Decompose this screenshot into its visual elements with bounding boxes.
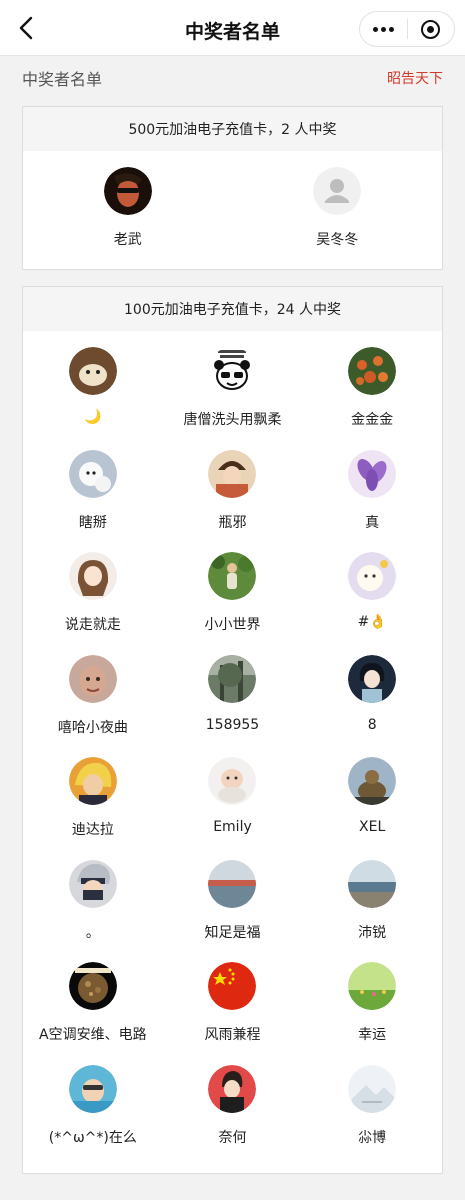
avatar xyxy=(348,859,397,908)
winner-item: 迪达拉 xyxy=(23,757,163,860)
winner-name: 说走就走 xyxy=(64,617,121,633)
avatar xyxy=(348,757,397,805)
winner-name: 尛博 xyxy=(358,1129,387,1146)
winner-name: 瞎掰 xyxy=(78,514,107,531)
winner-name: 知足是福 xyxy=(204,924,261,941)
winner-item: 8 xyxy=(302,654,442,758)
winner-item: XEL xyxy=(302,757,442,860)
avatar xyxy=(68,654,117,703)
winner-item: A空调安维、电路 xyxy=(23,962,163,1065)
winner-item: 金金金 xyxy=(302,347,442,450)
avatar xyxy=(208,1064,257,1113)
announce-button[interactable]: 昭告天下 xyxy=(387,68,443,88)
winner-item: 🌙 xyxy=(23,347,163,450)
avatar xyxy=(68,1064,117,1113)
winner-item: 瓶邪 xyxy=(163,449,303,553)
avatar xyxy=(348,552,397,600)
target-icon xyxy=(421,19,441,39)
avatar xyxy=(68,859,117,908)
avatar xyxy=(348,347,397,395)
avatar xyxy=(68,449,117,498)
winner-name: 瓶邪 xyxy=(218,514,247,531)
avatar xyxy=(208,757,257,805)
winner-item: 。 xyxy=(23,859,163,963)
winner-item: 唐僧洗头用飘柔 xyxy=(163,347,303,450)
more-dots-icon xyxy=(372,26,394,32)
winner-name: 风雨兼程 xyxy=(204,1027,261,1043)
winner-item: 知足是福 xyxy=(163,859,303,963)
more-button[interactable] xyxy=(360,12,407,46)
winner-name: 唐僧洗头用飘柔 xyxy=(183,412,282,428)
chevron-left-icon xyxy=(19,16,33,40)
winner-item: 奈何 xyxy=(163,1064,303,1168)
avatar xyxy=(208,347,257,395)
winner-name: 158955 xyxy=(205,716,260,733)
winner-item: 幸运 xyxy=(302,962,442,1065)
winner-grid: 老武 吴冬冬 xyxy=(23,151,442,267)
winner-item: 说走就走 xyxy=(23,552,163,655)
avatar xyxy=(208,859,257,908)
winner-item: 风雨兼程 xyxy=(163,962,303,1065)
winner-name: 吴冬冬 xyxy=(316,232,359,248)
winner-name: Emily xyxy=(213,819,252,835)
section-header: 中奖者名单 昭告天下 xyxy=(0,56,465,100)
winner-grid: 🌙 唐僧洗头用飘柔 金金金瞎掰 瓶邪 真说走就走 小小世界 #👌 嘻哈小夜曲 158955 8 迪达… xyxy=(23,331,442,1167)
close-mini-program-button[interactable] xyxy=(408,12,455,46)
winner-name: 。 xyxy=(85,924,100,941)
nav-bar: 中奖者名单 xyxy=(0,0,465,56)
winner-name: XEL xyxy=(359,819,386,835)
winner-item: 尛博 xyxy=(302,1064,442,1168)
avatar xyxy=(103,167,152,215)
winner-name: 老武 xyxy=(113,232,142,248)
avatar xyxy=(68,552,117,600)
avatar xyxy=(208,552,257,600)
prize-card: 500元加油电子充值卡，2 人中奖 老武 吴冬冬 xyxy=(22,106,443,270)
winner-item: 真 xyxy=(302,449,442,553)
winner-name: A空调安维、电路 xyxy=(39,1027,147,1043)
winner-name: 真 xyxy=(365,514,380,531)
winner-name: 8 xyxy=(367,716,377,733)
prize-title: 500元加油电子充值卡，2 人中奖 xyxy=(23,107,442,151)
winner-name: 沛锐 xyxy=(358,924,387,941)
avatar xyxy=(348,962,397,1010)
mini-program-capsule xyxy=(359,11,455,47)
back-button[interactable] xyxy=(12,14,40,42)
avatar xyxy=(208,449,257,498)
winner-item: 嘻哈小夜曲 xyxy=(23,654,163,758)
winner-name: 奈何 xyxy=(218,1129,247,1146)
winner-name: (*^ω^*)在么 xyxy=(48,1129,137,1146)
avatar xyxy=(348,1064,397,1113)
avatar xyxy=(68,962,117,1010)
avatar xyxy=(68,757,117,805)
avatar xyxy=(313,167,362,215)
avatar xyxy=(68,347,117,395)
prize-card: 100元加油电子充值卡，24 人中奖 🌙 唐僧洗头用飘柔 金金金瞎掰 瓶邪 真说走就走 小… xyxy=(22,286,443,1174)
winner-name: #👌 xyxy=(357,614,387,630)
winner-name: 迪达拉 xyxy=(71,822,114,838)
winner-item: 小小世界 xyxy=(163,552,303,655)
prize-title: 100元加油电子充值卡，24 人中奖 xyxy=(23,287,442,331)
winner-name: 嘻哈小夜曲 xyxy=(57,719,128,736)
winner-item: 158955 xyxy=(163,654,303,758)
winner-item: (*^ω^*)在么 xyxy=(23,1064,163,1168)
avatar xyxy=(348,654,397,703)
winner-name: 幸运 xyxy=(358,1027,387,1043)
avatar xyxy=(208,962,257,1010)
winner-name: 小小世界 xyxy=(204,617,261,633)
section-title: 中奖者名单 xyxy=(22,70,103,89)
avatar xyxy=(208,654,257,703)
winner-item: 沛锐 xyxy=(302,859,442,963)
winner-item: Emily xyxy=(163,757,303,860)
winner-name: 🌙 xyxy=(84,409,102,425)
winner-item: 吴冬冬 xyxy=(233,167,443,267)
winner-item: 老武 xyxy=(23,167,233,267)
avatar xyxy=(348,449,397,498)
winner-name: 金金金 xyxy=(351,412,394,428)
winner-item: 瞎掰 xyxy=(23,449,163,553)
winner-item: #👌 xyxy=(302,552,442,655)
